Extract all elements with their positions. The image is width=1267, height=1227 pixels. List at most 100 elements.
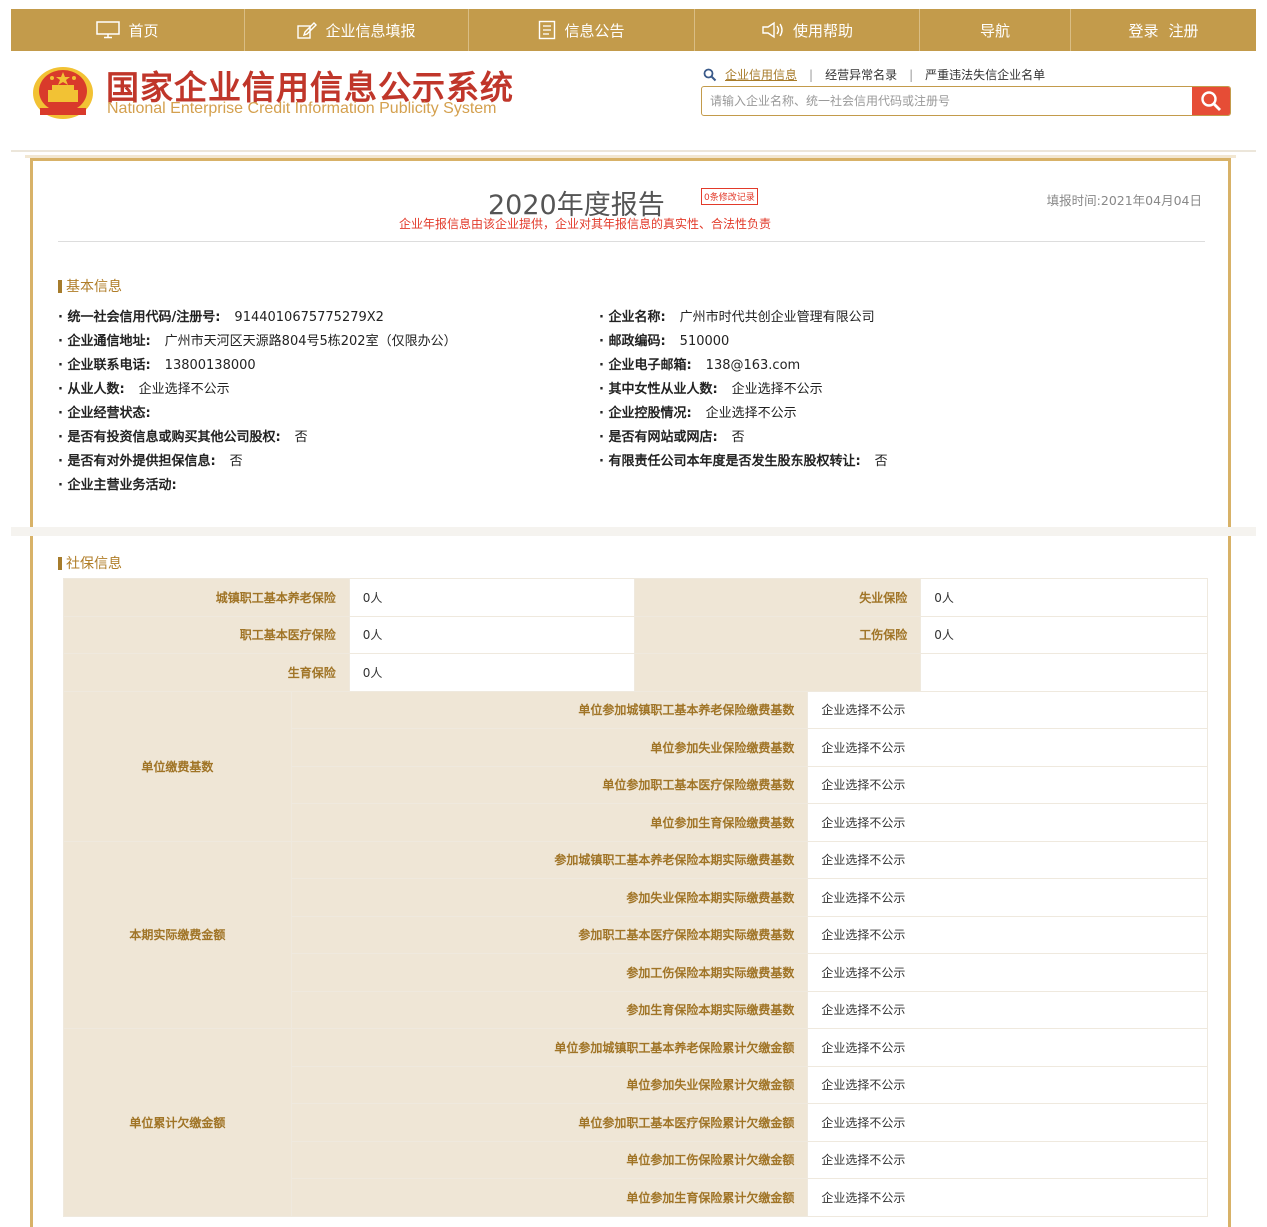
section-marker bbox=[58, 556, 62, 570]
table-group-label: 单位累计欠缴金额 bbox=[63, 1028, 292, 1217]
info-value: 否 bbox=[294, 430, 308, 445]
table-value: 企业选择不公示 bbox=[807, 1178, 1208, 1217]
table-row: 职工基本医疗保险 0人 工伤保险 0人 bbox=[63, 615, 1208, 654]
nav-fill-info-label: 企业信息填报 bbox=[325, 21, 416, 40]
search-link-blacklist[interactable]: 严重违法失信企业名单 bbox=[925, 66, 1045, 83]
table-value: 企业选择不公示 bbox=[807, 1028, 1208, 1067]
table-row: 单位缴费基数 单位参加城镇职工基本养老保险缴费基数 企业选择不公示 bbox=[63, 690, 1208, 842]
table-key: 单位参加工伤保险累计欠缴金额 bbox=[290, 1140, 809, 1179]
table-value-empty bbox=[920, 653, 1208, 692]
info-value: 138@163.com bbox=[705, 358, 801, 373]
nav-home[interactable]: 首页 bbox=[11, 9, 245, 51]
nav-help-label: 使用帮助 bbox=[792, 21, 853, 40]
table-key: 城镇职工基本养老保险 bbox=[63, 578, 350, 617]
report-panel: 2020年度报告 0条修改记录 企业年报信息由该企业提供，企业对其年报信息的真实… bbox=[25, 155, 1236, 527]
table-key: 生育保险 bbox=[63, 653, 350, 692]
modify-record-badge[interactable]: 0条修改记录 bbox=[701, 188, 758, 205]
info-company-name: · 企业名称: 广州市时代共创企业管理有限公司 bbox=[599, 306, 875, 325]
table-value: 企业选择不公示 bbox=[807, 990, 1208, 1029]
table-key: 参加工伤保险本期实际缴费基数 bbox=[290, 953, 809, 992]
table-key: 单位参加生育保险累计欠缴金额 bbox=[290, 1178, 809, 1217]
info-guarantee: · 是否有对外提供担保信息: 否 bbox=[58, 450, 243, 469]
info-value: 13800138000 bbox=[164, 358, 256, 373]
table-key: 参加职工基本医疗保险本期实际缴费基数 bbox=[290, 915, 809, 954]
info-label: · 有限责任公司本年度是否发生股东股权转让: bbox=[599, 454, 861, 469]
info-address: · 企业通信地址: 广州市天河区天源路804号5栋202室（仅限办公） bbox=[58, 330, 457, 349]
table-key: 失业保险 bbox=[634, 578, 922, 617]
info-label: · 企业电子邮箱: bbox=[599, 358, 692, 373]
search-icon bbox=[703, 68, 717, 81]
info-main-business: · 企业主营业务活动: bbox=[58, 474, 191, 493]
info-label: · 企业控股情况: bbox=[599, 406, 692, 421]
search-input[interactable] bbox=[702, 87, 1192, 115]
nav-home-label: 首页 bbox=[128, 21, 159, 40]
info-label: · 企业联系电话: bbox=[58, 358, 151, 373]
speaker-icon bbox=[762, 21, 783, 39]
table-group-label: 单位缴费基数 bbox=[63, 690, 292, 842]
table-value: 企业选择不公示 bbox=[807, 1140, 1208, 1179]
header-divider bbox=[11, 150, 1256, 152]
search-button[interactable] bbox=[1192, 87, 1230, 115]
table-value: 企业选择不公示 bbox=[807, 878, 1208, 917]
info-value: 510000 bbox=[679, 334, 730, 349]
info-value: 否 bbox=[229, 454, 243, 469]
link-divider: | bbox=[909, 67, 914, 82]
info-investment: · 是否有投资信息或购买其他公司股权: 否 bbox=[58, 426, 308, 445]
info-phone: · 企业联系电话: 13800138000 bbox=[58, 354, 256, 373]
table-value: 企业选择不公示 bbox=[807, 803, 1208, 842]
table-key: 参加生育保险本期实际缴费基数 bbox=[290, 990, 809, 1029]
social-insurance-panel: 社保信息 城镇职工基本养老保险 0人 失业保险 0人 职工基本医疗保险 0人 工… bbox=[30, 536, 1231, 1227]
info-label: · 邮政编码: bbox=[599, 334, 666, 349]
table-key: 单位参加职工基本医疗保险累计欠缴金额 bbox=[290, 1103, 809, 1142]
table-key: 参加城镇职工基本养老保险本期实际缴费基数 bbox=[290, 840, 809, 879]
national-emblem-icon bbox=[33, 67, 93, 119]
nav-fill-info[interactable]: 企业信息填报 bbox=[245, 9, 469, 51]
search-icon bbox=[1201, 91, 1221, 111]
info-female-employees: · 其中女性从业人数: 企业选择不公示 bbox=[599, 378, 823, 397]
table-value: 0人 bbox=[348, 615, 636, 654]
table-value: 企业选择不公示 bbox=[807, 765, 1208, 804]
info-website: · 是否有网站或网店: 否 bbox=[599, 426, 745, 445]
section-basic-info-title: 基本信息 bbox=[66, 279, 122, 295]
link-divider: | bbox=[809, 67, 814, 82]
info-label: · 统一社会信用代码/注册号: bbox=[58, 310, 221, 325]
edit-icon bbox=[297, 22, 318, 39]
fill-time: 填报时间:2021年04月04日 bbox=[1046, 193, 1202, 208]
search-type-links: 企业信用信息 | 经营异常名录 | 严重违法失信企业名单 bbox=[703, 66, 1045, 83]
search-link-abnormal[interactable]: 经营异常名录 bbox=[825, 66, 897, 83]
info-label: · 企业主营业务活动: bbox=[58, 478, 177, 493]
table-value: 企业选择不公示 bbox=[807, 953, 1208, 992]
table-value: 0人 bbox=[920, 578, 1208, 617]
table-key: 单位参加失业保险缴费基数 bbox=[290, 728, 809, 767]
nav-help[interactable]: 使用帮助 bbox=[695, 9, 920, 51]
table-value: 0人 bbox=[348, 578, 636, 617]
table-key: 职工基本医疗保险 bbox=[63, 615, 350, 654]
nav-navigation[interactable]: 导航 bbox=[920, 9, 1071, 51]
table-value: 企业选择不公示 bbox=[807, 840, 1208, 879]
panel-gap bbox=[11, 527, 1256, 536]
monitor-icon bbox=[96, 21, 121, 39]
info-equity-transfer: · 有限责任公司本年度是否发生股东股权转让: 否 bbox=[599, 450, 888, 469]
section-basic-info: 基本信息 bbox=[58, 276, 122, 296]
table-value: 企业选择不公示 bbox=[807, 690, 1208, 729]
table-key: 单位参加失业保险累计欠缴金额 bbox=[290, 1065, 809, 1104]
register-link[interactable]: 注册 bbox=[1169, 20, 1199, 41]
table-key-empty bbox=[634, 653, 922, 692]
nav-account: 登录 注册 bbox=[1071, 9, 1256, 51]
info-label: · 是否有对外提供担保信息: bbox=[58, 454, 216, 469]
info-label: · 从业人数: bbox=[58, 382, 125, 397]
nav-announcement[interactable]: 信息公告 bbox=[469, 9, 695, 51]
info-value: 企业选择不公示 bbox=[705, 406, 797, 421]
section-social-insurance-title: 社保信息 bbox=[66, 556, 122, 572]
info-value: 否 bbox=[731, 430, 745, 445]
table-group-label: 本期实际缴费金额 bbox=[63, 840, 292, 1029]
login-link[interactable]: 登录 bbox=[1128, 20, 1158, 41]
search-link-credit[interactable]: 企业信用信息 bbox=[725, 66, 797, 83]
nav-announcement-label: 信息公告 bbox=[564, 21, 625, 40]
info-value: 广州市时代共创企业管理有限公司 bbox=[679, 310, 875, 325]
document-icon bbox=[539, 20, 556, 40]
search-box bbox=[701, 86, 1231, 116]
nav-navigation-label: 导航 bbox=[979, 21, 1010, 40]
table-key: 单位参加生育保险缴费基数 bbox=[290, 803, 809, 842]
table-value: 0人 bbox=[920, 615, 1208, 654]
